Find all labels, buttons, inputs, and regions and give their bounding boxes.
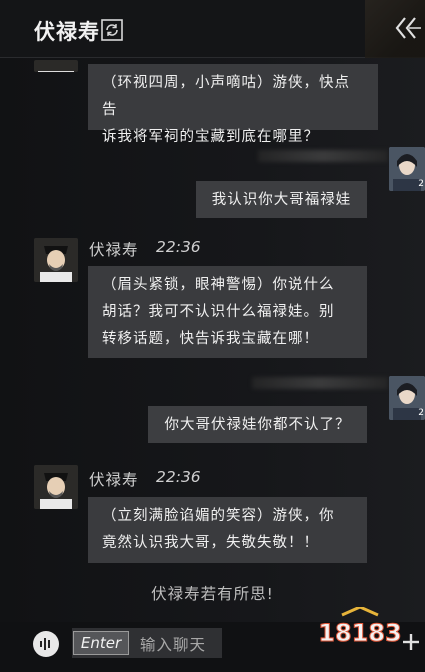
voice-button[interactable] [33,631,59,657]
npc-message-bubble: （环视四周，小声嘀咕）游侠，快点告 诉我将军祠的宝藏到底在哪里？ [88,64,378,145]
message-text: 你大哥伏禄娃你都不认了？ [164,417,351,433]
message-line: （立刻满脸谄媚的笑容）游侠，你 [102,508,335,524]
chat-header: 伏禄寿 [0,0,425,58]
message-line: 胡话？我可不认识什么福禄娃。别 [102,304,335,320]
message-line: 诉我将军祠的宝藏到底在哪里？ [102,129,319,145]
double-chevron-left-icon[interactable] [391,14,421,42]
npc-avatar [34,60,78,72]
system-note: 伏禄寿若有所思! [151,585,274,603]
player-level-badge: 2 [418,179,424,189]
npc-avatar [34,238,78,282]
npc-message-bubble: （立刻满脸谄媚的笑容）游侠，你 竟然认识我大哥，失敬失敬！！ [88,497,367,563]
player-level-badge: 2 [418,408,424,418]
npc-name: 伏禄寿 [89,241,139,259]
message-line: 转移话题，快告诉我宝藏在哪！ [102,331,319,347]
player-name-blurred [252,377,388,389]
watermark-logo: 18183 [318,607,402,647]
chat-panel: 伏禄寿 （环视四周，小声嘀咕）游侠，快点告 诉我将军祠的宝藏到底在哪里？ 2 我… [0,0,425,672]
message-time: 22:36 [156,468,201,486]
message-line: （环视四周，小声嘀咕）游侠，快点告 [102,75,350,118]
refresh-icon[interactable] [101,19,123,41]
chat-title: 伏禄寿 [34,20,100,44]
message-text: 我认识你大哥福禄娃 [211,192,352,208]
message-line: 竟然认识我大哥，失敬失敬！！ [102,535,319,551]
npc-message-bubble: （眉头紧锁，眼神警惕）你说什么 胡话？我可不认识什么福禄娃。别 转移话题，快告诉… [88,266,367,358]
self-message-bubble: 我认识你大哥福禄娃 [196,181,367,218]
self-message-bubble: 你大哥伏禄娃你都不认了？ [148,406,367,443]
voice-icon [40,638,50,650]
message-line: （眉头紧锁，眼神警惕）你说什么 [102,277,335,293]
svg-text:18183: 18183 [318,619,402,647]
npc-avatar [34,465,78,509]
player-name-blurred [258,150,388,162]
npc-name: 伏禄寿 [89,471,139,489]
enter-key-hint[interactable]: Enter [73,631,129,655]
player-avatar: 2 [389,376,425,420]
player-avatar: 2 [389,147,425,191]
message-time: 22:36 [156,238,201,256]
chat-input-placeholder: 输入聊天 [140,636,207,654]
